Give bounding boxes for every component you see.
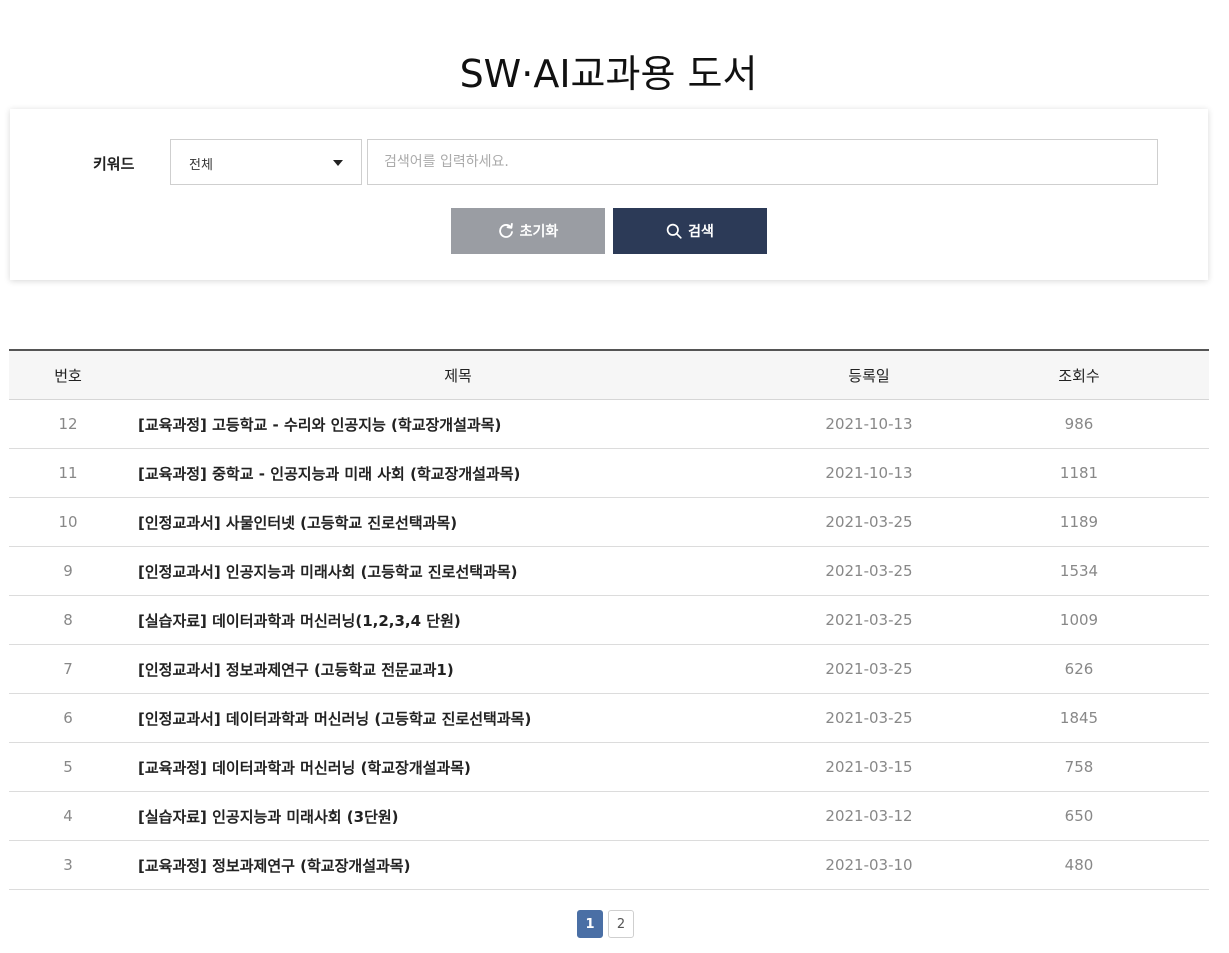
reset-button[interactable]: 초기화 bbox=[451, 208, 605, 254]
row-title-link[interactable]: [교육과정] 데이터과학과 머신러닝 (학교장개설과목) bbox=[127, 742, 789, 792]
keyword-label: 키워드 bbox=[93, 155, 135, 173]
row-views: 1181 bbox=[949, 448, 1209, 498]
header-views: 조회수 bbox=[949, 349, 1209, 400]
row-title-link[interactable]: [실습자료] 데이터과학과 머신러닝(1,2,3,4 단원) bbox=[127, 595, 789, 645]
keyword-category-select[interactable]: 전체 bbox=[170, 139, 362, 185]
row-date: 2021-03-25 bbox=[789, 693, 949, 743]
search-button-label: 검색 bbox=[688, 224, 714, 240]
row-date: 2021-03-25 bbox=[789, 595, 949, 645]
row-views: 986 bbox=[949, 399, 1209, 449]
page-title: SW·AI교과용 도서 bbox=[459, 52, 758, 97]
row-views: 650 bbox=[949, 791, 1209, 841]
row-no: 8 bbox=[9, 595, 127, 645]
row-no: 11 bbox=[9, 448, 127, 498]
row-date: 2021-03-15 bbox=[789, 742, 949, 792]
row-no: 12 bbox=[9, 399, 127, 449]
row-no: 6 bbox=[9, 693, 127, 743]
table-row[interactable]: 12 [교육과정] 고등학교 - 수리와 인공지능 (학교장개설과목) 2021… bbox=[9, 399, 1209, 449]
row-no: 3 bbox=[9, 840, 127, 890]
row-date: 2021-03-25 bbox=[789, 644, 949, 694]
row-views: 1009 bbox=[949, 595, 1209, 645]
caret-down-icon bbox=[333, 160, 343, 166]
page-2-button[interactable]: 2 bbox=[608, 910, 634, 938]
row-title-link[interactable]: [교육과정] 고등학교 - 수리와 인공지능 (학교장개설과목) bbox=[127, 399, 789, 449]
pagination: 1 2 bbox=[577, 910, 634, 938]
search-input[interactable] bbox=[367, 139, 1158, 185]
row-title-link[interactable]: [인정교과서] 데이터과학과 머신러닝 (고등학교 진로선택과목) bbox=[127, 693, 789, 743]
search-button[interactable]: 검색 bbox=[613, 208, 767, 254]
row-title-link[interactable]: [인정교과서] 정보과제연구 (고등학교 전문교과1) bbox=[127, 644, 789, 694]
row-views: 758 bbox=[949, 742, 1209, 792]
refresh-icon bbox=[498, 223, 514, 239]
table-row[interactable]: 3 [교육과정] 정보과제연구 (학교장개설과목) 2021-03-10 480 bbox=[9, 840, 1209, 890]
row-date: 2021-03-25 bbox=[789, 546, 949, 596]
search-panel: 키워드 전체 초기화 검색 bbox=[10, 109, 1208, 280]
row-views: 480 bbox=[949, 840, 1209, 890]
row-views: 1189 bbox=[949, 497, 1209, 547]
table-row[interactable]: 6 [인정교과서] 데이터과학과 머신러닝 (고등학교 진로선택과목) 2021… bbox=[9, 693, 1209, 743]
row-title-link[interactable]: [인정교과서] 인공지능과 미래사회 (고등학교 진로선택과목) bbox=[127, 546, 789, 596]
header-date: 등록일 bbox=[789, 349, 949, 400]
row-no: 7 bbox=[9, 644, 127, 694]
header-no: 번호 bbox=[9, 349, 127, 400]
row-no: 9 bbox=[9, 546, 127, 596]
table-row[interactable]: 11 [교육과정] 중학교 - 인공지능과 미래 사회 (학교장개설과목) 20… bbox=[9, 448, 1209, 498]
page-1-button[interactable]: 1 bbox=[577, 910, 603, 938]
table-row[interactable]: 10 [인정교과서] 사물인터넷 (고등학교 진로선택과목) 2021-03-2… bbox=[9, 497, 1209, 547]
row-no: 4 bbox=[9, 791, 127, 841]
row-title-link[interactable]: [인정교과서] 사물인터넷 (고등학교 진로선택과목) bbox=[127, 497, 789, 547]
row-views: 1845 bbox=[949, 693, 1209, 743]
row-date: 2021-10-13 bbox=[789, 399, 949, 449]
table-row[interactable]: 8 [실습자료] 데이터과학과 머신러닝(1,2,3,4 단원) 2021-03… bbox=[9, 595, 1209, 645]
row-date: 2021-03-12 bbox=[789, 791, 949, 841]
row-date: 2021-10-13 bbox=[789, 448, 949, 498]
row-no: 5 bbox=[9, 742, 127, 792]
table-row[interactable]: 7 [인정교과서] 정보과제연구 (고등학교 전문교과1) 2021-03-25… bbox=[9, 644, 1209, 694]
table-row[interactable]: 9 [인정교과서] 인공지능과 미래사회 (고등학교 진로선택과목) 2021-… bbox=[9, 546, 1209, 596]
table-row[interactable]: 5 [교육과정] 데이터과학과 머신러닝 (학교장개설과목) 2021-03-1… bbox=[9, 742, 1209, 792]
select-value: 전체 bbox=[189, 158, 213, 173]
table-row[interactable]: 4 [실습자료] 인공지능과 미래사회 (3단원) 2021-03-12 650 bbox=[9, 791, 1209, 841]
row-title-link[interactable]: [실습자료] 인공지능과 미래사회 (3단원) bbox=[127, 791, 789, 841]
header-title: 제목 bbox=[127, 349, 789, 400]
row-views: 626 bbox=[949, 644, 1209, 694]
row-title-link[interactable]: [교육과정] 중학교 - 인공지능과 미래 사회 (학교장개설과목) bbox=[127, 448, 789, 498]
row-date: 2021-03-25 bbox=[789, 497, 949, 547]
row-no: 10 bbox=[9, 497, 127, 547]
row-date: 2021-03-10 bbox=[789, 840, 949, 890]
row-title-link[interactable]: [교육과정] 정보과제연구 (학교장개설과목) bbox=[127, 840, 789, 890]
reset-button-label: 초기화 bbox=[519, 224, 559, 240]
table-header-row: 번호 제목 등록일 조회수 bbox=[9, 349, 1209, 400]
search-icon bbox=[666, 223, 682, 239]
book-list-table: 번호 제목 등록일 조회수 12 [교육과정] 고등학교 - 수리와 인공지능 … bbox=[9, 349, 1209, 890]
row-views: 1534 bbox=[949, 546, 1209, 596]
